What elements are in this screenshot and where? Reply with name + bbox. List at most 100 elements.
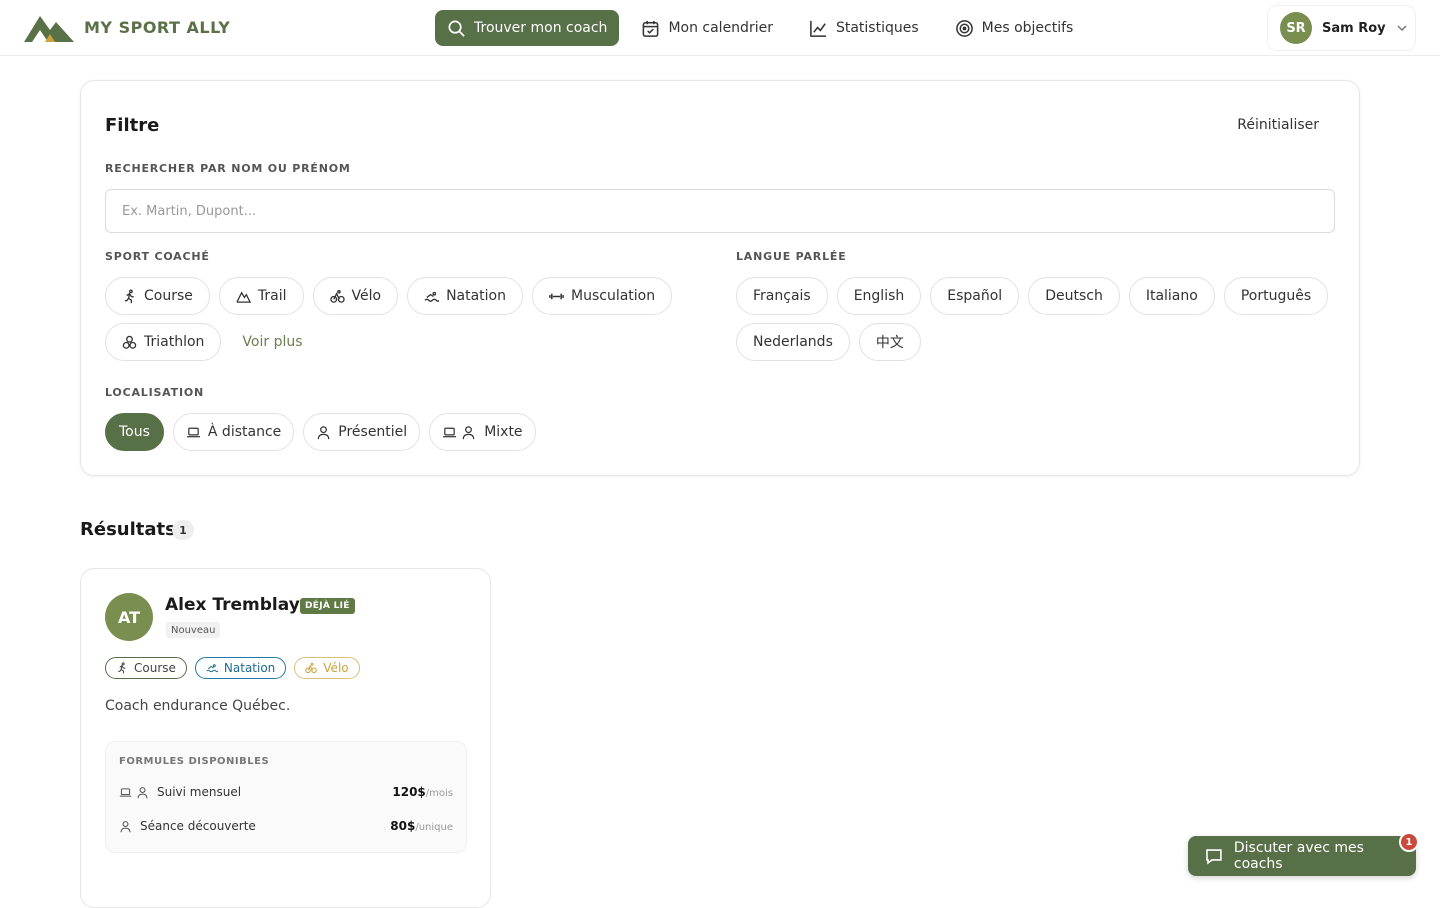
search-label: RECHERCHER PAR NOM OU PRÉNOM <box>105 162 351 175</box>
price-value: 120$ <box>392 785 426 799</box>
price-unit: /mois <box>425 788 453 799</box>
nav-objectives[interactable]: Mes objectifs <box>941 10 1088 46</box>
location-chip-mixed[interactable]: Mixte <box>429 413 536 451</box>
target-icon <box>955 19 973 37</box>
brand-name: MY SPORT ALLY <box>84 17 231 37</box>
search-input[interactable] <box>105 189 1335 233</box>
chip-label: Présentiel <box>338 424 408 440</box>
tag-label: Vélo <box>323 661 349 675</box>
tag-natation: Natation <box>194 657 287 679</box>
user-avatar: SR <box>1280 12 1312 44</box>
chip-label: Musculation <box>571 288 656 304</box>
coach-name: Alex Tremblay <box>165 595 300 615</box>
user-menu[interactable]: SR Sam Roy <box>1267 5 1416 51</box>
mountain-logo-icon <box>24 16 74 42</box>
language-chip-italiano[interactable]: Italiano <box>1128 277 1215 315</box>
chip-label: Natation <box>446 288 506 304</box>
swimming-icon <box>424 291 440 302</box>
line-chart-icon <box>810 20 827 37</box>
coach-description: Coach endurance Québec. <box>105 698 291 714</box>
location-chip-in-person[interactable]: Présentiel <box>303 413 421 451</box>
language-label: LANGUE PARLÉE <box>736 250 847 263</box>
new-badge: Nouveau <box>166 622 221 638</box>
person-icon <box>137 786 148 798</box>
chat-button-label: Discuter avec mes coachs <box>1233 840 1364 872</box>
formule-price: 80$/unique <box>390 819 453 833</box>
formule-row: Séance découverte 80$/unique <box>119 819 453 833</box>
formule-row: Suivi mensuel 120$/mois <box>119 785 453 799</box>
nav-calendar[interactable]: Mon calendrier <box>627 10 787 46</box>
language-chip-nederlands[interactable]: Nederlands <box>736 323 850 361</box>
main-nav: Trouver mon coach Mon calendrier Statist… <box>435 10 1087 46</box>
unread-count-badge: 1 <box>1399 832 1419 852</box>
coach-sport-tags: Course Natation Vélo <box>105 657 360 679</box>
formules-box: FORMULES DISPONIBLES Suivi mensuel 120$/… <box>105 741 467 853</box>
nav-find-coach[interactable]: Trouver mon coach <box>435 10 620 46</box>
sport-chips-row-1: Course Trail Vélo Natation Musculation <box>105 277 673 315</box>
sport-chip-velo[interactable]: Vélo <box>312 277 399 315</box>
language-chip-portugues[interactable]: Português <box>1223 277 1329 315</box>
bicycle-icon <box>329 289 345 303</box>
location-chip-remote[interactable]: À distance <box>172 413 295 451</box>
running-icon <box>118 662 126 674</box>
price-unit: /unique <box>415 822 453 833</box>
nav-statistics[interactable]: Statistiques <box>795 10 933 46</box>
formules-label: FORMULES DISPONIBLES <box>119 756 270 767</box>
sport-label: SPORT COACHÉ <box>105 250 210 263</box>
chat-with-coaches-button[interactable]: Discuter avec mes coachs <box>1188 836 1416 876</box>
sport-chip-course[interactable]: Course <box>105 277 210 315</box>
sport-chip-musculation[interactable]: Musculation <box>532 277 673 315</box>
results-title: Résultats <box>80 519 176 540</box>
chip-label: À distance <box>207 424 282 440</box>
chat-bubble-icon <box>1206 849 1222 865</box>
reset-button[interactable]: Réinitialiser <box>1237 117 1319 133</box>
brand-logo[interactable]: MY SPORT ALLY <box>24 12 230 42</box>
language-chip-english[interactable]: English <box>836 277 922 315</box>
language-chip-deutsch[interactable]: Deutsch <box>1028 277 1120 315</box>
location-chips: Tous À distance Présentiel Mixte <box>105 413 536 451</box>
triathlon-icon <box>122 335 137 349</box>
language-chip-francais[interactable]: Français <box>736 277 828 315</box>
running-icon <box>124 288 134 303</box>
sport-chips-row-2: Triathlon Voir plus <box>105 323 315 361</box>
chip-label: Triathlon <box>144 334 205 350</box>
filter-panel: Filtre Réinitialiser RECHERCHER PAR NOM … <box>80 80 1360 476</box>
linked-badge: DÉJÀ LIÉ <box>300 598 355 614</box>
laptop-icon <box>119 787 132 797</box>
person-icon <box>318 425 330 439</box>
coach-avatar: AT <box>105 593 153 641</box>
formule-price: 120$/mois <box>392 785 453 799</box>
chip-label: Trail <box>257 288 287 304</box>
chip-label: Course <box>144 288 193 304</box>
nav-label: Mon calendrier <box>668 20 773 36</box>
sport-chip-triathlon[interactable]: Triathlon <box>105 323 222 361</box>
results-count-badge: 1 <box>172 520 194 540</box>
chip-label: Mixte <box>484 424 523 440</box>
price-value: 80$ <box>390 819 416 833</box>
person-icon <box>462 425 475 439</box>
search-icon <box>448 20 465 37</box>
language-chip-espanol[interactable]: Español <box>930 277 1020 315</box>
laptop-icon <box>186 427 200 437</box>
laptop-icon <box>443 427 457 437</box>
tag-label: Course <box>134 661 176 675</box>
coach-card[interactable]: AT Alex Tremblay DÉJÀ LIÉ Nouveau Course… <box>80 568 491 908</box>
chevron-down-icon <box>1397 25 1407 32</box>
language-chips-row-2: Nederlands 中文 <box>736 323 921 361</box>
filter-title: Filtre <box>105 115 160 136</box>
sport-chip-natation[interactable]: Natation <box>407 277 523 315</box>
see-more-link[interactable]: Voir plus <box>230 323 314 361</box>
nav-label: Statistiques <box>835 20 919 36</box>
language-chip-chinese[interactable]: 中文 <box>858 323 921 361</box>
tag-course: Course <box>105 657 187 679</box>
formule-name: Suivi mensuel <box>157 785 242 799</box>
sport-chip-trail[interactable]: Trail <box>218 277 304 315</box>
chip-label: Vélo <box>351 288 382 304</box>
top-navigation-bar: MY SPORT ALLY Trouver mon coach Mon cale… <box>0 0 1440 56</box>
language-chips-row-1: Français English Español Deutsch Italian… <box>736 277 1329 315</box>
location-chip-all[interactable]: Tous <box>105 413 164 451</box>
swimming-icon <box>206 664 218 673</box>
mountain-icon <box>236 290 251 303</box>
user-name: Sam Roy <box>1322 20 1386 36</box>
bicycle-icon <box>305 662 318 674</box>
